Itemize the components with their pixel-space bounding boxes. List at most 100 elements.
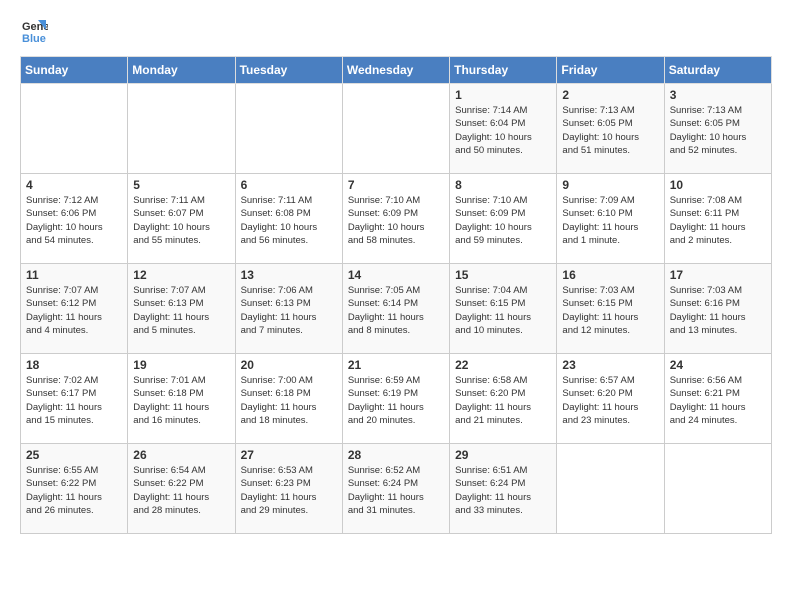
day-info: Sunrise: 7:13 AM Sunset: 6:05 PM Dayligh… [562,104,658,157]
header-day: Saturday [664,57,771,84]
day-info: Sunrise: 7:07 AM Sunset: 6:13 PM Dayligh… [133,284,229,337]
day-info: Sunrise: 7:11 AM Sunset: 6:08 PM Dayligh… [241,194,337,247]
calendar-cell: 23 Sunrise: 6:57 AM Sunset: 6:20 PM Dayli… [557,354,664,444]
day-info: Sunrise: 7:07 AM Sunset: 6:12 PM Dayligh… [26,284,122,337]
day-number: 9 [562,178,658,192]
day-info: Sunrise: 6:58 AM Sunset: 6:20 PM Dayligh… [455,374,551,427]
svg-text:Blue: Blue [22,33,46,44]
day-info: Sunrise: 7:00 AM Sunset: 6:18 PM Dayligh… [241,374,337,427]
calendar-cell: 21 Sunrise: 6:59 AM Sunset: 6:19 PM Dayli… [342,354,449,444]
calendar-cell: 22 Sunrise: 6:58 AM Sunset: 6:20 PM Dayli… [450,354,557,444]
calendar-cell: 7 Sunrise: 7:10 AM Sunset: 6:09 PM Daylig… [342,174,449,264]
day-number: 23 [562,358,658,372]
calendar-cell: 11 Sunrise: 7:07 AM Sunset: 6:12 PM Dayli… [21,264,128,354]
day-info: Sunrise: 7:12 AM Sunset: 6:06 PM Dayligh… [26,194,122,247]
day-info: Sunrise: 6:56 AM Sunset: 6:21 PM Dayligh… [670,374,766,427]
day-info: Sunrise: 6:52 AM Sunset: 6:24 PM Dayligh… [348,464,444,517]
day-number: 2 [562,88,658,102]
day-number: 3 [670,88,766,102]
day-number: 8 [455,178,551,192]
day-number: 7 [348,178,444,192]
header-day: Monday [128,57,235,84]
header-row: SundayMondayTuesdayWednesdayThursdayFrid… [21,57,772,84]
day-info: Sunrise: 7:10 AM Sunset: 6:09 PM Dayligh… [348,194,444,247]
calendar-cell [21,84,128,174]
day-number: 15 [455,268,551,282]
calendar-cell: 8 Sunrise: 7:10 AM Sunset: 6:09 PM Daylig… [450,174,557,264]
logo: General Blue [20,16,52,44]
calendar-cell: 25 Sunrise: 6:55 AM Sunset: 6:22 PM Dayli… [21,444,128,534]
day-info: Sunrise: 7:09 AM Sunset: 6:10 PM Dayligh… [562,194,658,247]
day-number: 26 [133,448,229,462]
day-number: 16 [562,268,658,282]
calendar-cell [557,444,664,534]
day-info: Sunrise: 7:03 AM Sunset: 6:16 PM Dayligh… [670,284,766,337]
day-info: Sunrise: 6:55 AM Sunset: 6:22 PM Dayligh… [26,464,122,517]
day-number: 17 [670,268,766,282]
header-day: Friday [557,57,664,84]
calendar-cell: 13Sunrise: 7:06 AM Sunset: 6:13 PM Dayli… [235,264,342,354]
day-number: 5 [133,178,229,192]
day-number: 27 [241,448,337,462]
calendar-cell: 12 Sunrise: 7:07 AM Sunset: 6:13 PM Dayli… [128,264,235,354]
logo-icon: General Blue [20,16,48,44]
calendar-cell [128,84,235,174]
page-header: General Blue [20,16,772,44]
day-number: 10 [670,178,766,192]
calendar-cell: 2 Sunrise: 7:13 AM Sunset: 6:05 PM Daylig… [557,84,664,174]
calendar-cell [342,84,449,174]
day-info: Sunrise: 7:04 AM Sunset: 6:15 PM Dayligh… [455,284,551,337]
day-number: 18 [26,358,122,372]
day-number: 21 [348,358,444,372]
calendar-week: 18 Sunrise: 7:02 AM Sunset: 6:17 PM Dayli… [21,354,772,444]
day-number: 11 [26,268,122,282]
header-day: Tuesday [235,57,342,84]
calendar-week: 11 Sunrise: 7:07 AM Sunset: 6:12 PM Dayli… [21,264,772,354]
day-info: Sunrise: 6:59 AM Sunset: 6:19 PM Dayligh… [348,374,444,427]
day-number: 1 [455,88,551,102]
calendar-cell: 20 Sunrise: 7:00 AM Sunset: 6:18 PM Dayli… [235,354,342,444]
day-number: 20 [241,358,337,372]
calendar-cell: 29 Sunrise: 6:51 AM Sunset: 6:24 PM Dayli… [450,444,557,534]
calendar-cell [664,444,771,534]
day-info: Sunrise: 6:57 AM Sunset: 6:20 PM Dayligh… [562,374,658,427]
day-number: 29 [455,448,551,462]
day-number: 25 [26,448,122,462]
day-info: Sunrise: 6:51 AM Sunset: 6:24 PM Dayligh… [455,464,551,517]
calendar-cell: 5Sunrise: 7:11 AM Sunset: 6:07 PM Daylig… [128,174,235,264]
day-number: 24 [670,358,766,372]
day-info: Sunrise: 7:05 AM Sunset: 6:14 PM Dayligh… [348,284,444,337]
day-number: 22 [455,358,551,372]
calendar-cell: 19Sunrise: 7:01 AM Sunset: 6:18 PM Dayli… [128,354,235,444]
day-info: Sunrise: 7:03 AM Sunset: 6:15 PM Dayligh… [562,284,658,337]
calendar-cell: 24 Sunrise: 6:56 AM Sunset: 6:21 PM Dayli… [664,354,771,444]
calendar-week: 25 Sunrise: 6:55 AM Sunset: 6:22 PM Dayli… [21,444,772,534]
calendar-body: 1Sunrise: 7:14 AM Sunset: 6:04 PM Daylig… [21,84,772,534]
day-info: Sunrise: 6:53 AM Sunset: 6:23 PM Dayligh… [241,464,337,517]
day-number: 19 [133,358,229,372]
day-number: 28 [348,448,444,462]
calendar-cell: 1Sunrise: 7:14 AM Sunset: 6:04 PM Daylig… [450,84,557,174]
day-info: Sunrise: 7:02 AM Sunset: 6:17 PM Dayligh… [26,374,122,427]
calendar-week: 1Sunrise: 7:14 AM Sunset: 6:04 PM Daylig… [21,84,772,174]
calendar-table: SundayMondayTuesdayWednesdayThursdayFrid… [20,56,772,534]
day-number: 6 [241,178,337,192]
calendar-cell: 28 Sunrise: 6:52 AM Sunset: 6:24 PM Dayli… [342,444,449,534]
calendar-cell: 14 Sunrise: 7:05 AM Sunset: 6:14 PM Dayli… [342,264,449,354]
calendar-cell: 17 Sunrise: 7:03 AM Sunset: 6:16 PM Dayli… [664,264,771,354]
day-number: 14 [348,268,444,282]
calendar-cell: 3Sunrise: 7:13 AM Sunset: 6:05 PM Daylig… [664,84,771,174]
calendar-cell: 9 Sunrise: 7:09 AM Sunset: 6:10 PM Daylig… [557,174,664,264]
calendar-cell: 15 Sunrise: 7:04 AM Sunset: 6:15 PM Dayli… [450,264,557,354]
header-day: Thursday [450,57,557,84]
calendar-cell [235,84,342,174]
calendar-cell: 10 Sunrise: 7:08 AM Sunset: 6:11 PM Dayli… [664,174,771,264]
day-info: Sunrise: 7:10 AM Sunset: 6:09 PM Dayligh… [455,194,551,247]
day-number: 13 [241,268,337,282]
day-info: Sunrise: 6:54 AM Sunset: 6:22 PM Dayligh… [133,464,229,517]
day-number: 12 [133,268,229,282]
calendar-cell: 16 Sunrise: 7:03 AM Sunset: 6:15 PM Dayli… [557,264,664,354]
day-info: Sunrise: 7:08 AM Sunset: 6:11 PM Dayligh… [670,194,766,247]
day-number: 4 [26,178,122,192]
calendar-week: 4 Sunrise: 7:12 AM Sunset: 6:06 PM Daylig… [21,174,772,264]
